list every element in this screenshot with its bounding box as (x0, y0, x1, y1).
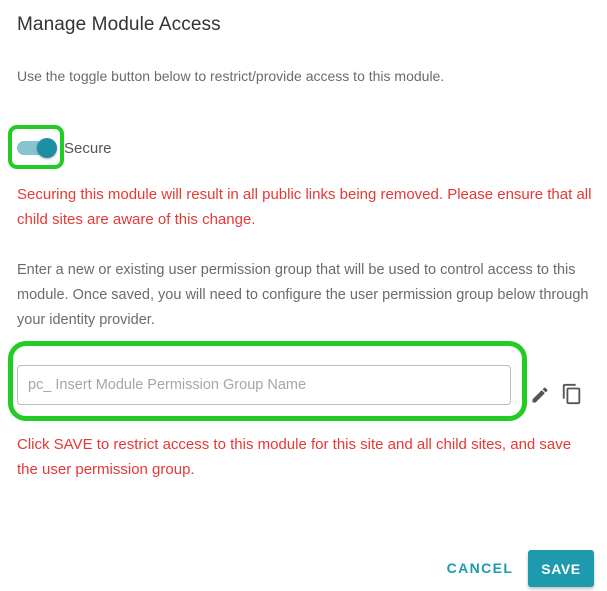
copy-icon[interactable] (560, 382, 584, 406)
public-links-warning: Securing this module will result in all … (17, 186, 592, 228)
save-notice-warning: Click SAVE to restrict access to this mo… (17, 436, 572, 478)
secure-toggle-label: Secure (64, 140, 112, 157)
toggle-knob (37, 138, 57, 158)
secure-toggle[interactable] (17, 138, 57, 158)
intro-text: Use the toggle button below to restrict/… (17, 68, 445, 84)
cancel-button[interactable]: CANCEL (442, 552, 518, 584)
manage-module-access-dialog: Manage Module Access Use the toggle butt… (0, 0, 607, 591)
permission-group-instructions: Enter a new or existing user permission … (17, 262, 589, 328)
pencil-icon[interactable] (528, 383, 552, 407)
save-button[interactable]: SAVE (528, 550, 594, 587)
dialog-title: Manage Module Access (17, 14, 221, 35)
permission-group-input[interactable] (17, 365, 511, 405)
